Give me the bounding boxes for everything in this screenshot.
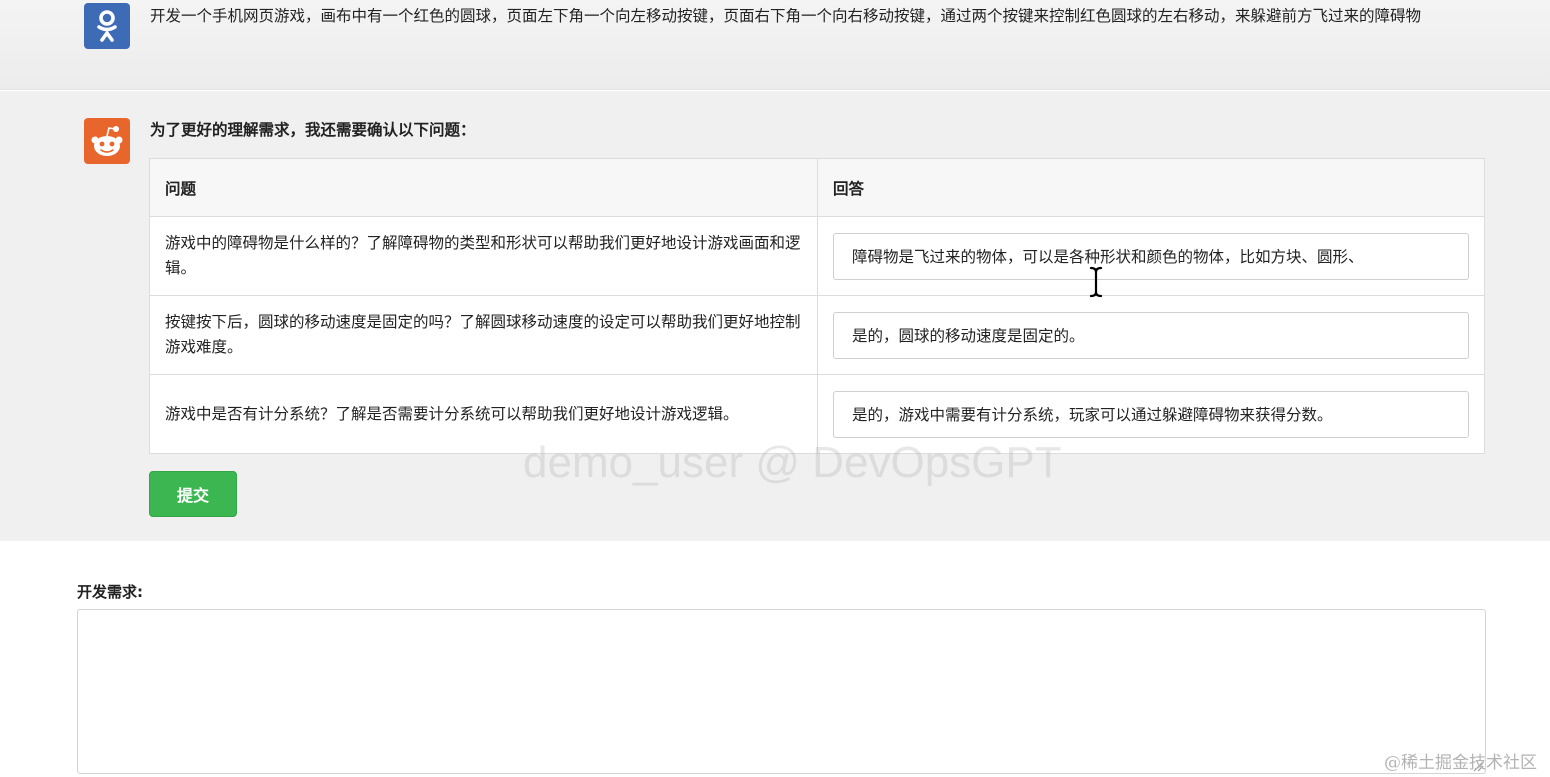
reddit-icon [91,126,123,156]
question-cell: 游戏中的障碍物是什么样的？了解障碍物的类型和形状可以帮助我们更好地设计游戏画面和… [149,216,818,296]
site-watermark: @稀土掘金技术社区 [1384,753,1537,773]
table-row: 游戏中是否有计分系统？了解是否需要计分系统可以帮助我们更好地设计游戏逻辑。 [149,374,1485,454]
user-message: 开发一个手机网页游戏，画布中有一个红色的圆球，页面左下角一个向左移动按键，页面右… [0,0,1550,90]
question-cell: 游戏中是否有计分系统？了解是否需要计分系统可以帮助我们更好地设计游戏逻辑。 [149,374,818,454]
user-avatar [84,3,130,49]
bot-avatar [84,118,130,164]
question-cell: 按键按下后，圆球的移动速度是固定的吗？了解圆球移动速度的设定可以帮助我们更好地控… [149,295,818,375]
requirement-textarea[interactable] [77,609,1486,774]
qa-table: 问题 回答 游戏中的障碍物是什么样的？了解障碍物的类型和形状可以帮助我们更好地设… [149,158,1485,454]
answer-cell [817,216,1485,296]
requirement-label: 开发需求: [77,583,143,601]
submit-button[interactable]: 提交 [149,471,237,517]
table-row: 游戏中的障碍物是什么样的？了解障碍物的类型和形状可以帮助我们更好地设计游戏画面和… [149,216,1485,296]
answer-cell [817,374,1485,454]
table-row: 按键按下后，圆球的移动速度是固定的吗？了解圆球移动速度的设定可以帮助我们更好地控… [149,295,1485,375]
answer-column-header: 回答 [817,158,1485,217]
user-message-text: 开发一个手机网页游戏，画布中有一个红色的圆球，页面左下角一个向左移动按键，页面右… [150,7,1422,25]
bot-message: 为了更好的理解需求，我还需要确认以下问题： 问题 回答 游戏中的障碍物是什么样的… [0,91,1550,541]
table-header-row: 问题 回答 [149,158,1485,217]
answer-input-1[interactable] [833,232,1469,280]
question-column-header: 问题 [149,158,818,217]
text-cursor-icon [1089,266,1103,298]
answer-input-3[interactable] [833,390,1469,438]
bot-question-title: 为了更好的理解需求，我还需要确认以下问题： [150,121,476,139]
answer-cell [817,295,1485,375]
answer-input-2[interactable] [833,311,1469,359]
odnoklassniki-icon [97,10,117,42]
